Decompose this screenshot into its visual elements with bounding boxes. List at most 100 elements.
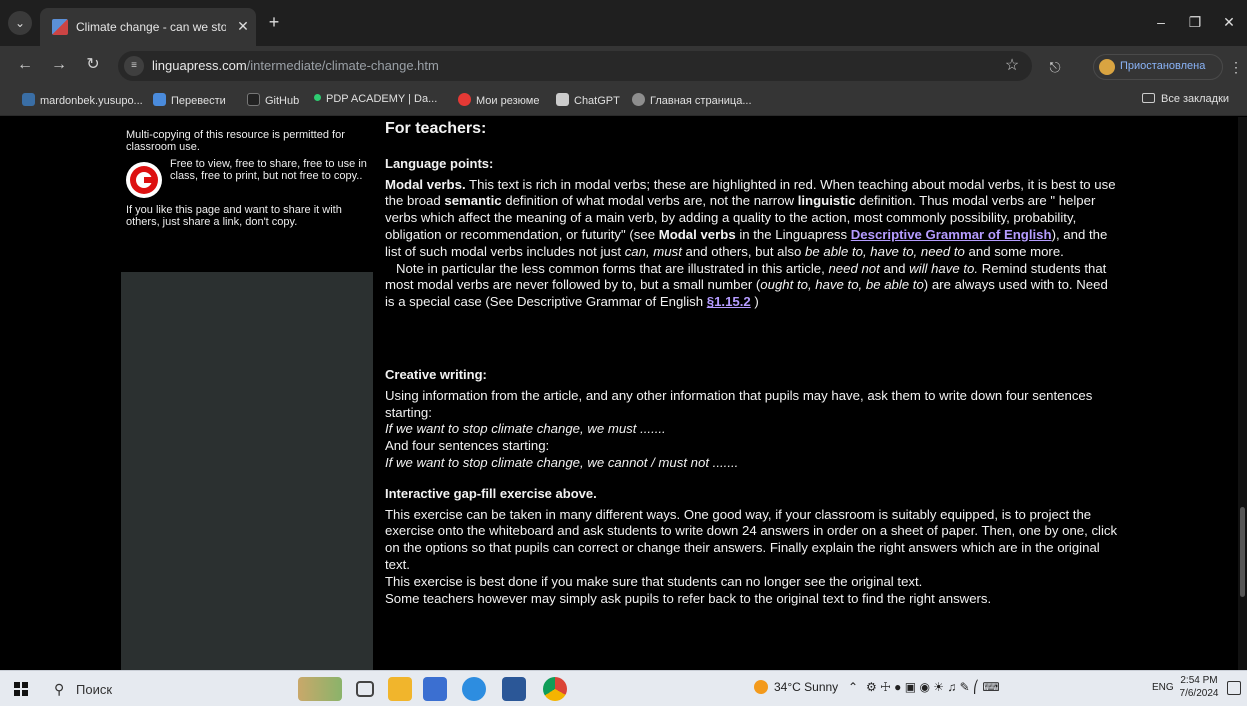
avatar [1099, 59, 1115, 75]
profile-status-label: Приостановлена [1120, 60, 1206, 72]
text: linguistic [797, 193, 856, 209]
clock-time: 2:54 PM [1180, 675, 1218, 686]
file-explorer-icon[interactable] [388, 677, 412, 701]
bookmark-star-icon[interactable]: ☆ [1002, 56, 1022, 76]
modal-lead: Modal verbs. [385, 176, 466, 192]
reload-icon[interactable]: ↻ [82, 54, 104, 76]
search-placeholder: Поиск [76, 682, 113, 697]
forward-arrow-icon[interactable]: → [48, 54, 70, 76]
tab-climate-change[interactable]: Climate change - can we stop it ✕ [40, 8, 256, 46]
text: ought to, have to, be able to [760, 277, 924, 293]
text: ) [750, 294, 759, 310]
tray-icons[interactable]: ⚙ ☩ ● ▣ ◉ ☀ ♫ ✎ ⎛ ⌨ [866, 680, 1000, 694]
gapfill-text: Some teachers however may simply ask pup… [385, 590, 992, 606]
minimize-icon[interactable]: – [1146, 10, 1176, 34]
address-bar[interactable]: ≡ linguapress.com/intermediate/climate-c… [118, 51, 1032, 81]
text: and some more. [964, 243, 1064, 259]
tab-strip: ⌄ Climate change - can we stop it ✕ + – … [0, 0, 1247, 46]
task-view-icon[interactable] [356, 681, 374, 697]
bookmark-label: ChatGPT [574, 95, 620, 107]
text: If we want to stop climate change, we ca… [385, 454, 739, 470]
windows-taskbar: ⚲ Поиск 34°C Sunny ⌃ ⚙ ☩ ● ▣ ◉ ☀ ♫ ✎ ⎛ ⌨… [0, 670, 1247, 706]
page-scrollbar[interactable] [1238, 117, 1247, 670]
bookmark-item[interactable]: mardonbek.yusupo... [22, 93, 143, 109]
left-sidebar: Multi-copying of this resource is permit… [121, 117, 373, 670]
search-icon: ⚲ [54, 681, 65, 697]
bookmark-item[interactable]: Главная страница... [632, 93, 752, 109]
site-info-icon[interactable]: ≡ [124, 56, 144, 76]
text: need not [828, 260, 880, 276]
pdp-academy-icon [314, 94, 321, 101]
text: in the Linguapress [735, 226, 851, 242]
bookmark-item[interactable]: ChatGPT [556, 93, 620, 109]
telegram-icon[interactable] [462, 677, 486, 701]
weather-widget[interactable]: 34°C Sunny [754, 680, 838, 694]
tray-chevron-icon[interactable]: ⌃ [848, 680, 858, 694]
menu-kebab-icon[interactable]: ⋮ [1229, 58, 1243, 76]
section-link[interactable]: §1.15.2 [707, 294, 751, 309]
sun-icon [754, 680, 768, 694]
globe-icon [632, 93, 645, 106]
weather-text: 34°C Sunny [774, 680, 839, 694]
language-indicator[interactable]: ENG [1152, 682, 1174, 693]
bookmark-label: Мои резюме [476, 95, 540, 107]
windows-start-icon[interactable] [14, 682, 28, 696]
clock-date: 7/6/2024 [1179, 688, 1219, 699]
notice-top: Multi-copying of this resource is permit… [126, 129, 345, 153]
close-icon[interactable]: ✕ [234, 17, 252, 35]
news-widget-icon[interactable] [298, 677, 342, 701]
modal-verbs-paragraph: Modal verbs. This text is rich in modal … [385, 177, 1120, 261]
resume-icon [458, 93, 471, 106]
bookmark-label: Перевести [171, 95, 226, 107]
main-content: For teachers: Language points: Modal ver… [375, 117, 1130, 670]
note-paragraph: Note in particular the less common forms… [385, 261, 1120, 311]
back-arrow-icon[interactable]: ← [14, 54, 36, 76]
notification-icon[interactable] [1227, 681, 1241, 695]
gapfill-text: This exercise is best done if you make s… [385, 573, 923, 589]
text: will have to. [909, 260, 979, 276]
bookmark-label: PDP ACADEMY | Da... [326, 93, 438, 105]
text: Modal verbs [658, 226, 736, 242]
copyright-icon [126, 162, 162, 198]
clock[interactable]: 2:54 PM 7/6/2024 [1176, 674, 1222, 700]
creative-and: And four sentences starting: [385, 438, 550, 454]
text: Note in particular the less common forms… [385, 260, 829, 276]
taskbar-search[interactable]: ⚲ Поиск [48, 677, 228, 701]
bookmark-item[interactable]: GitHub [247, 93, 299, 109]
text: and [879, 260, 910, 276]
url-text[interactable]: linguapress.com/intermediate/climate-cha… [152, 58, 439, 73]
bookmark-item[interactable]: Перевести [153, 93, 226, 109]
window-close-icon[interactable]: ✕ [1214, 10, 1244, 34]
section-title: Language points: [385, 155, 494, 171]
text: can, must [624, 243, 682, 259]
bookmark-label: mardonbek.yusupo... [40, 95, 143, 107]
word-icon[interactable] [502, 677, 526, 701]
grammar-link[interactable]: Descriptive Grammar of English [851, 227, 1052, 242]
tab-search-chevron-icon[interactable]: ⌄ [8, 11, 32, 35]
text: be able to, have to, need to [805, 243, 965, 259]
restore-icon[interactable]: ❐ [1180, 10, 1210, 34]
save-disk-icon[interactable] [423, 677, 447, 701]
folder-icon [1142, 93, 1155, 103]
bookmark-item[interactable]: Мои резюме [458, 93, 539, 109]
notice-free: Free to view, free to share, free to use… [170, 158, 367, 182]
bookmark-item[interactable]: PDP ACADEMY | Da... [314, 93, 437, 109]
web-page: Multi-copying of this resource is permit… [0, 117, 1247, 670]
copyright-notice: Multi-copying of this resource is permit… [121, 117, 373, 272]
text: semantic [444, 193, 502, 209]
new-tab-plus-icon[interactable]: + [264, 12, 284, 32]
text: If we want to stop climate change, we mu… [385, 421, 666, 437]
linguapress-favicon-icon [52, 19, 68, 35]
bookmarks-bar: mardonbek.yusupo... Перевести GitHub PDP… [0, 86, 1247, 116]
chrome-icon[interactable] [543, 677, 567, 701]
extensions-icon[interactable]: ⎋ [1046, 58, 1064, 76]
profile-button[interactable]: Приостановлена [1093, 54, 1223, 80]
all-bookmarks-button[interactable]: Все закладки [1142, 93, 1229, 105]
url-path: /intermediate/climate-change.htm [246, 58, 439, 73]
copyright-row: Free to view, free to share, free to use… [126, 154, 369, 210]
text: definition of what modal verbs are, not … [501, 193, 798, 209]
bookmark-favicon-icon [22, 93, 35, 106]
section-title: Creative writing: [385, 366, 487, 382]
scrollbar-thumb[interactable] [1240, 507, 1245, 597]
browser-toolbar: ← → ↻ ≡ linguapress.com/intermediate/cli… [0, 46, 1247, 86]
